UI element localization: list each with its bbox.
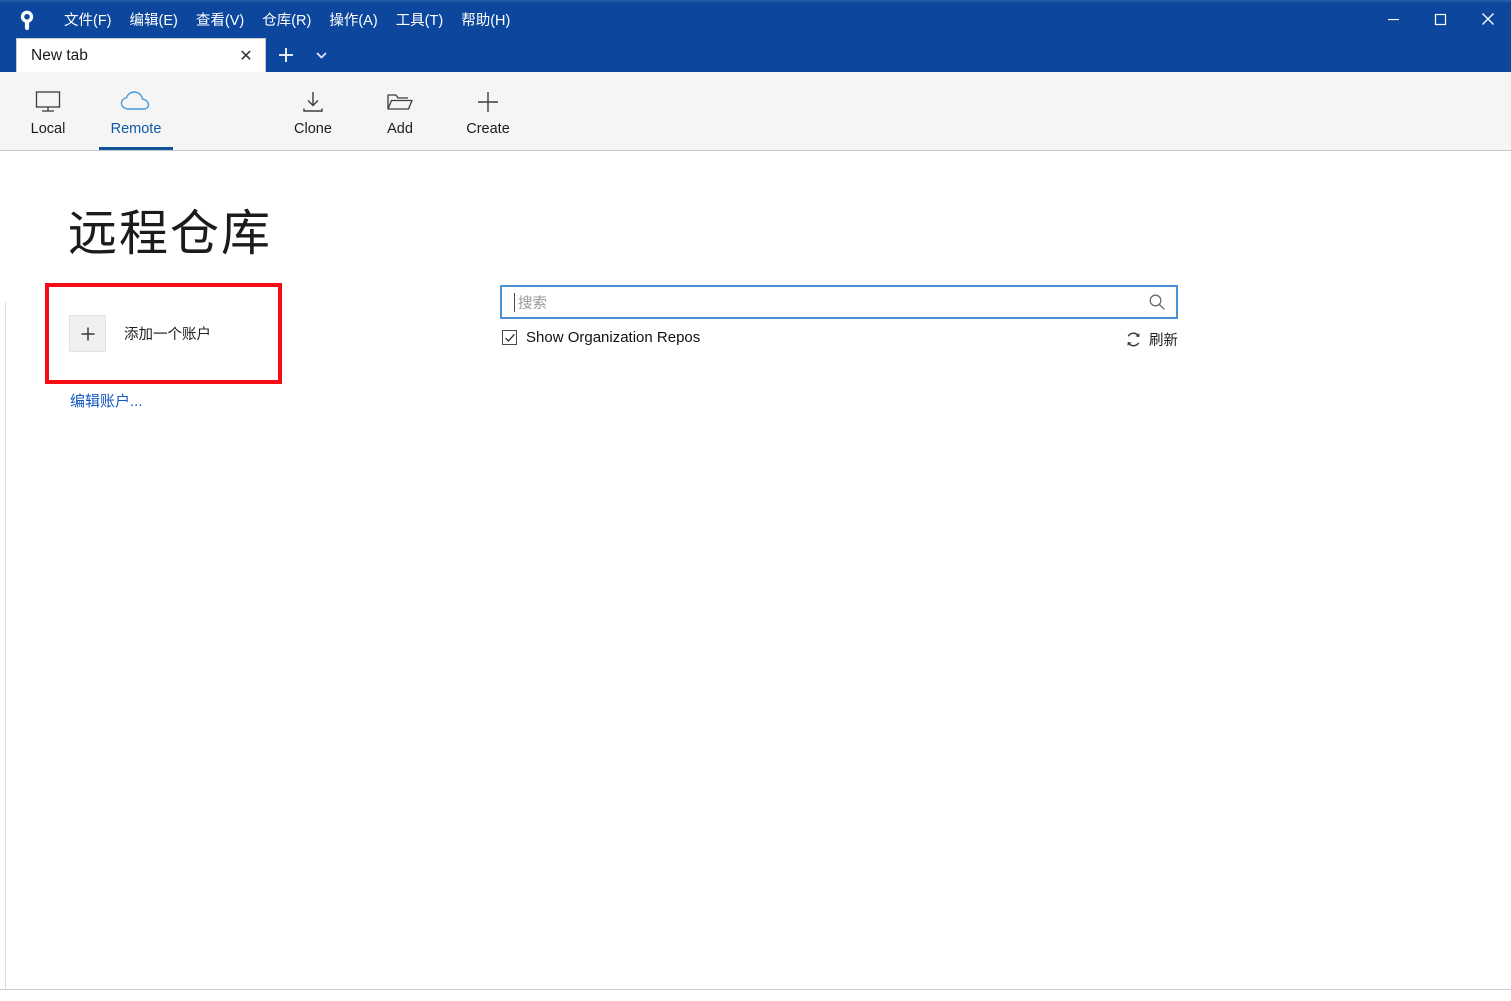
minimize-button[interactable] bbox=[1370, 0, 1417, 38]
maximize-button[interactable] bbox=[1417, 0, 1464, 38]
toolbar-label-add: Add bbox=[387, 121, 413, 137]
menu-actions[interactable]: 操作(A) bbox=[320, 5, 386, 34]
application-window: 文件(F) 编辑(E) 查看(V) 仓库(R) 操作(A) 工具(T) 帮助(H… bbox=[0, 0, 1511, 1001]
content-left-border bbox=[5, 302, 6, 1001]
refresh-icon bbox=[1125, 331, 1142, 348]
page-title: 远程仓库 bbox=[68, 207, 273, 261]
options-row: Show Organization Repos 刷新 bbox=[500, 329, 1178, 353]
main-toolbar: Local Remote Clone Add Create bbox=[0, 72, 1511, 210]
plus-icon bbox=[474, 87, 502, 117]
cloud-icon bbox=[119, 87, 153, 117]
menu-help[interactable]: 帮助(H) bbox=[452, 5, 519, 34]
edit-accounts-link[interactable]: 编辑账户... bbox=[70, 390, 143, 411]
download-icon bbox=[299, 87, 327, 117]
search-input[interactable]: 搜索 bbox=[500, 285, 1178, 319]
close-button[interactable] bbox=[1464, 0, 1511, 38]
show-org-repos-checkbox[interactable]: Show Organization Repos bbox=[502, 329, 700, 346]
checkbox-box[interactable] bbox=[502, 330, 517, 345]
active-tab-underline bbox=[99, 147, 173, 150]
toolbar-label-remote: Remote bbox=[110, 121, 162, 137]
show-org-repos-label: Show Organization Repos bbox=[526, 329, 701, 346]
toolbar-button-add[interactable]: Add bbox=[366, 77, 434, 145]
window-controls bbox=[1370, 0, 1511, 38]
add-account-row[interactable]: 添加一个账户 bbox=[69, 315, 211, 352]
search-icon[interactable] bbox=[1148, 293, 1166, 311]
window-bottom-edge bbox=[0, 989, 1511, 1001]
toolbar-label-local: Local bbox=[30, 121, 66, 137]
title-bar: 文件(F) 编辑(E) 查看(V) 仓库(R) 操作(A) 工具(T) 帮助(H… bbox=[0, 0, 1511, 38]
refresh-label: 刷新 bbox=[1149, 333, 1178, 349]
add-account-plus-icon[interactable] bbox=[69, 315, 106, 352]
text-caret bbox=[514, 293, 515, 312]
toolbar-button-clone[interactable]: Clone bbox=[275, 77, 351, 145]
chevron-down-icon[interactable] bbox=[310, 45, 332, 65]
tab-title: New tab bbox=[31, 46, 88, 64]
menu-tools[interactable]: 工具(T) bbox=[387, 5, 453, 34]
account-panel-highlight: 添加一个账户 bbox=[45, 283, 282, 384]
toolbar-button-remote[interactable]: Remote bbox=[95, 77, 177, 150]
close-icon[interactable]: ✕ bbox=[235, 45, 257, 67]
toolbar-label-clone: Clone bbox=[294, 121, 332, 137]
monitor-icon bbox=[33, 87, 63, 117]
sourcetree-logo-icon bbox=[14, 7, 39, 32]
add-account-label: 添加一个账户 bbox=[124, 327, 211, 343]
content-area: 远程仓库 添加一个账户 编辑账户... 搜索 Show Organization… bbox=[0, 151, 1511, 1001]
refresh-button[interactable]: 刷新 bbox=[1125, 329, 1178, 350]
toolbar-button-local[interactable]: Local bbox=[16, 77, 80, 145]
menu-repository[interactable]: 仓库(R) bbox=[253, 5, 320, 34]
menu-edit[interactable]: 编辑(E) bbox=[121, 5, 187, 34]
window-edge-blue bbox=[0, 36, 5, 72]
search-placeholder: 搜索 bbox=[518, 295, 547, 312]
menu-file[interactable]: 文件(F) bbox=[55, 5, 121, 34]
menu-view[interactable]: 查看(V) bbox=[187, 5, 253, 34]
menu-bar: 文件(F) 编辑(E) 查看(V) 仓库(R) 操作(A) 工具(T) 帮助(H… bbox=[55, 0, 519, 38]
tab-strip: New tab ✕ bbox=[0, 38, 1511, 72]
toolbar-button-create[interactable]: Create bbox=[449, 77, 527, 145]
folder-icon bbox=[385, 87, 415, 117]
toolbar-label-create: Create bbox=[466, 121, 510, 137]
new-tab-button[interactable] bbox=[272, 41, 299, 68]
tab-new-tab[interactable]: New tab ✕ bbox=[16, 38, 266, 72]
